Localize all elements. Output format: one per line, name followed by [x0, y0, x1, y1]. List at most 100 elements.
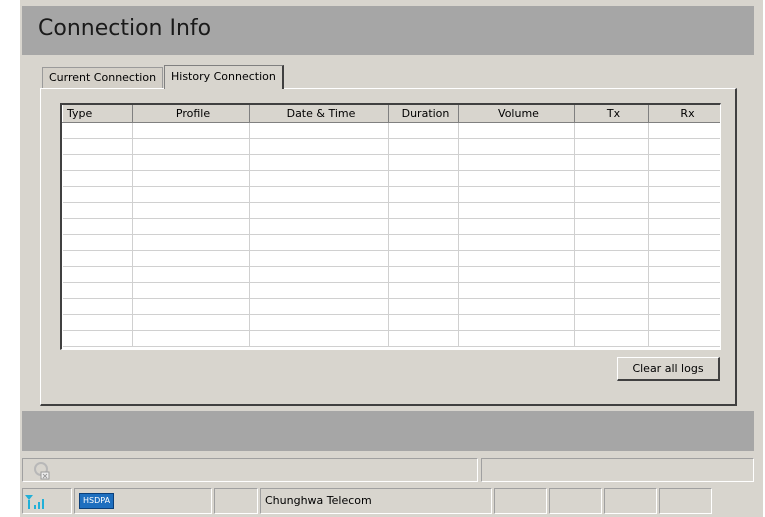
table-cell [62, 234, 133, 251]
table-cell [388, 138, 459, 155]
column-header-duration[interactable]: Duration [388, 105, 459, 123]
table-cell [458, 266, 575, 283]
table-cell [648, 154, 720, 171]
table-cell [458, 282, 575, 299]
history-panel: Type Profile Date & Time Duration Volume… [40, 88, 737, 406]
status-message-cell [22, 458, 478, 482]
table-cell [574, 202, 649, 219]
table-row[interactable] [62, 250, 720, 267]
status-cell-empty-4 [604, 488, 657, 514]
table-cell [388, 282, 459, 299]
table-cell [574, 154, 649, 171]
table-cell [132, 314, 250, 331]
table-cell [62, 298, 133, 315]
table-cell [458, 122, 575, 139]
table-cell [62, 186, 133, 203]
table-cell [458, 250, 575, 267]
table-cell [574, 122, 649, 139]
table-cell [132, 122, 250, 139]
table-cell [132, 218, 250, 235]
table-cell [249, 266, 389, 283]
status-row-top [22, 458, 754, 483]
network-type-badge: HSDPA [79, 493, 115, 509]
table-cell [62, 202, 133, 219]
table-cell [388, 314, 459, 331]
table-cell [648, 282, 720, 299]
table-cell [388, 154, 459, 171]
table-cell [574, 218, 649, 235]
tab-current-connection[interactable]: Current Connection [42, 67, 164, 88]
table-cell [249, 234, 389, 251]
table-cell [458, 330, 575, 347]
table-cell [132, 250, 250, 267]
table-cell [249, 314, 389, 331]
table-cell [388, 234, 459, 251]
status-bar: HSDPA Chunghwa Telecom [22, 486, 754, 517]
table-cell [388, 266, 459, 283]
table-row[interactable] [62, 218, 720, 235]
table-row[interactable] [62, 122, 720, 139]
table-row[interactable] [62, 154, 720, 171]
table-cell [249, 122, 389, 139]
table-cell [648, 218, 720, 235]
table-cell [574, 314, 649, 331]
table-cell [574, 282, 649, 299]
table-cell [132, 266, 250, 283]
table-cell [132, 186, 250, 203]
table-row[interactable] [62, 170, 720, 187]
table-row[interactable] [62, 298, 720, 315]
table-cell [574, 298, 649, 315]
table-cell [388, 202, 459, 219]
table-cell [249, 202, 389, 219]
table-cell [648, 330, 720, 347]
table-cell [62, 330, 133, 347]
content-area: Current Connection History Connection Ty… [22, 55, 754, 410]
table-row[interactable] [62, 330, 720, 347]
column-header-volume[interactable]: Volume [458, 105, 575, 123]
table-cell [648, 250, 720, 267]
operator-cell: Chunghwa Telecom [260, 488, 492, 514]
table-cell [458, 138, 575, 155]
table-row[interactable] [62, 234, 720, 251]
signal-bars-icon [25, 495, 44, 509]
table-cell [249, 218, 389, 235]
left-edge [0, 0, 20, 517]
table-cell [388, 330, 459, 347]
table-cell [132, 138, 250, 155]
table-cell [249, 250, 389, 267]
table-cell [648, 202, 720, 219]
column-header-tx[interactable]: Tx [574, 105, 649, 123]
table-cell [132, 170, 250, 187]
status-info-cell [481, 458, 754, 482]
column-header-rx[interactable]: Rx [648, 105, 720, 123]
table-row[interactable] [62, 138, 720, 155]
table-cell [648, 170, 720, 187]
table-cell [574, 234, 649, 251]
column-header-profile[interactable]: Profile [132, 105, 250, 123]
table-row[interactable] [62, 266, 720, 283]
table-cell [388, 122, 459, 139]
table-cell [132, 202, 250, 219]
table-cell [388, 250, 459, 267]
table-cell [62, 154, 133, 171]
table-cell [249, 138, 389, 155]
table-cell [574, 250, 649, 267]
signal-cell [22, 488, 72, 514]
table-cell [62, 170, 133, 187]
table-row[interactable] [62, 186, 720, 203]
column-header-date-time[interactable]: Date & Time [249, 105, 389, 123]
table-row[interactable] [62, 314, 720, 331]
table-cell [458, 170, 575, 187]
table-cell [132, 282, 250, 299]
title-band: Connection Info [22, 6, 754, 55]
table-cell [249, 186, 389, 203]
table-row[interactable] [62, 202, 720, 219]
table-cell [132, 234, 250, 251]
column-header-type[interactable]: Type [62, 105, 133, 123]
table-header-row: Type Profile Date & Time Duration Volume… [62, 105, 720, 123]
disconnect-icon [34, 462, 50, 480]
tab-history-connection[interactable]: History Connection [164, 65, 284, 89]
clear-all-logs-button[interactable]: Clear all logs [617, 357, 720, 381]
table-row[interactable] [62, 282, 720, 299]
table-cell [62, 282, 133, 299]
